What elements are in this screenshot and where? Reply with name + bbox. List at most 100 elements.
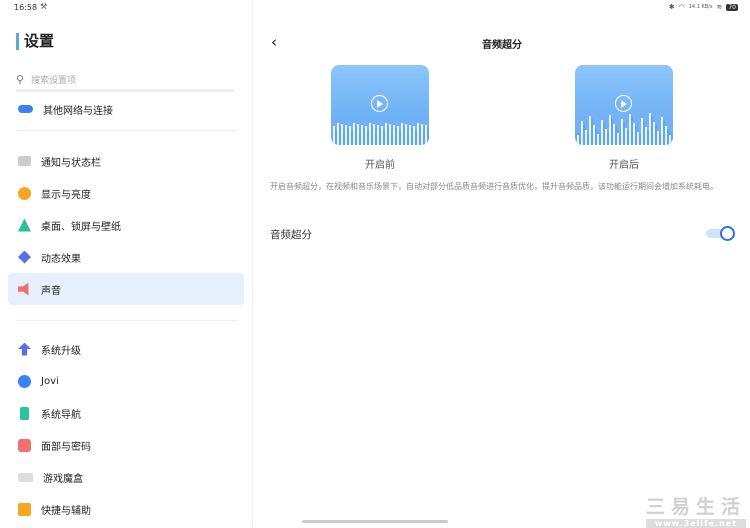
sidebar-item[interactable]: 系统导航	[8, 397, 244, 429]
wave-bar	[385, 123, 387, 145]
wave-bar	[661, 117, 663, 145]
sidebar-item-label: 通知与状态栏	[41, 157, 101, 169]
before-label: 开启前	[365, 160, 395, 171]
sidebar-item-label: 桌面、锁屏与壁纸	[41, 221, 121, 233]
watermark-logo: 三易生活 www.3elife.net	[645, 496, 746, 528]
wave-bar	[403, 126, 405, 145]
wave-bar	[639, 135, 641, 145]
page-title: 音频超分	[482, 40, 522, 51]
wave-bar	[641, 118, 643, 145]
wave-bar	[351, 129, 353, 145]
wave-bar	[669, 135, 671, 145]
wave-bar	[583, 124, 585, 145]
sidebar-item[interactable]: 声音	[8, 273, 244, 305]
wave-bar	[369, 123, 371, 145]
wave-bar	[427, 128, 429, 145]
wallpaper-icon	[18, 218, 31, 232]
wave-bar	[357, 124, 359, 145]
wave-bar	[367, 129, 369, 145]
wave-bar	[345, 125, 347, 145]
wave-bar	[617, 133, 619, 145]
wave-bar	[605, 129, 607, 145]
wave-bar	[347, 128, 349, 145]
wave-bar	[377, 125, 379, 145]
wave-bar	[659, 134, 661, 145]
sound-icon	[18, 282, 29, 296]
sidebar-item[interactable]: 显示与亮度	[8, 177, 244, 209]
sidebar-item-label: 声音	[41, 285, 61, 297]
sidebar-item[interactable]: 其他网络与连接	[8, 93, 244, 125]
wave-bar	[577, 135, 579, 145]
play-icon[interactable]	[615, 95, 632, 112]
sidebar-item[interactable]: 面部与密码	[8, 429, 244, 461]
wave-bar	[649, 113, 651, 145]
wave-bar	[391, 127, 393, 145]
back-button[interactable]: ‹	[271, 33, 277, 51]
wave-bar	[409, 125, 411, 145]
sidebar-item-label: 面部与密码	[41, 441, 91, 453]
sidebar-item-label: 游戏魔盒	[43, 473, 83, 485]
wave-bar	[343, 127, 345, 145]
wave-bar	[657, 131, 659, 145]
wave-bar	[333, 126, 335, 145]
divider	[16, 130, 238, 131]
sidebar-item[interactable]: 快捷与辅助	[8, 493, 244, 525]
wave-bar	[655, 125, 657, 145]
search-placeholder: 搜索设置项	[31, 76, 77, 86]
sidebar-item-label: 动态效果	[41, 253, 81, 265]
sidebar-item[interactable]: 动态效果	[8, 241, 244, 273]
sidebar-item[interactable]: 游戏魔盒	[8, 461, 244, 493]
upgrade-icon	[18, 342, 31, 356]
play-icon[interactable]	[371, 95, 388, 112]
network-icon	[18, 105, 33, 113]
wave-bar	[381, 126, 383, 145]
wave-bar	[601, 120, 603, 145]
wave-bar	[627, 131, 629, 145]
wave-bar	[419, 126, 421, 145]
wave-bar	[349, 126, 351, 145]
wave-bar	[665, 126, 667, 145]
wave-bar	[671, 138, 673, 145]
sidebar-item[interactable]: Jovi	[8, 365, 244, 397]
sidebar-item[interactable]: 通知与状态栏	[8, 145, 244, 177]
wave-bar	[607, 132, 609, 145]
wave-bar	[585, 130, 587, 145]
battery-icon: 70	[726, 3, 738, 11]
wave-bar	[593, 125, 595, 145]
wave-bar	[355, 126, 357, 145]
wave-bar	[415, 129, 417, 145]
wave-bar	[637, 132, 639, 145]
wave-bar	[393, 125, 395, 145]
wave-bar	[653, 122, 655, 145]
audio-super-resolution-toggle[interactable]	[706, 226, 735, 241]
wave-bar	[389, 124, 391, 145]
after-preview	[575, 65, 673, 145]
sidebar-item-label: 显示与亮度	[41, 189, 91, 201]
jovi-icon	[18, 374, 31, 388]
sidebar: 设置 ⚲ 搜索设置项 其他网络与连接 通知与状态栏 显示与亮度 桌面、锁屏与壁纸 动态效…	[0, 0, 253, 527]
home-indicator[interactable]	[302, 520, 448, 523]
search-input[interactable]: ⚲ 搜索设置项	[16, 70, 234, 92]
wave-bar	[611, 118, 613, 145]
wave-bar	[589, 116, 591, 145]
wave-bar	[631, 117, 633, 145]
wave-bar	[597, 134, 599, 145]
wave-bar	[613, 124, 615, 145]
wave-bar	[425, 125, 427, 145]
wave-bar	[383, 129, 385, 145]
sidebar-item-label: 系统升级	[41, 345, 81, 357]
wave-bar	[371, 126, 373, 145]
sidebar-item[interactable]: 桌面、锁屏与壁纸	[8, 209, 244, 241]
sidebar-item[interactable]: 系统升级	[8, 333, 244, 365]
animation-icon	[18, 250, 31, 264]
speed-icon: ◠	[678, 3, 685, 11]
wave-bar	[339, 126, 341, 145]
wave-bar	[423, 127, 425, 145]
wave-bar	[587, 133, 589, 145]
wave-bar	[337, 123, 339, 145]
wave-bar	[621, 119, 623, 145]
wave-bar	[421, 124, 423, 145]
wave-bar	[663, 120, 665, 145]
navigation-icon	[20, 406, 29, 420]
wave-bar	[599, 137, 601, 145]
